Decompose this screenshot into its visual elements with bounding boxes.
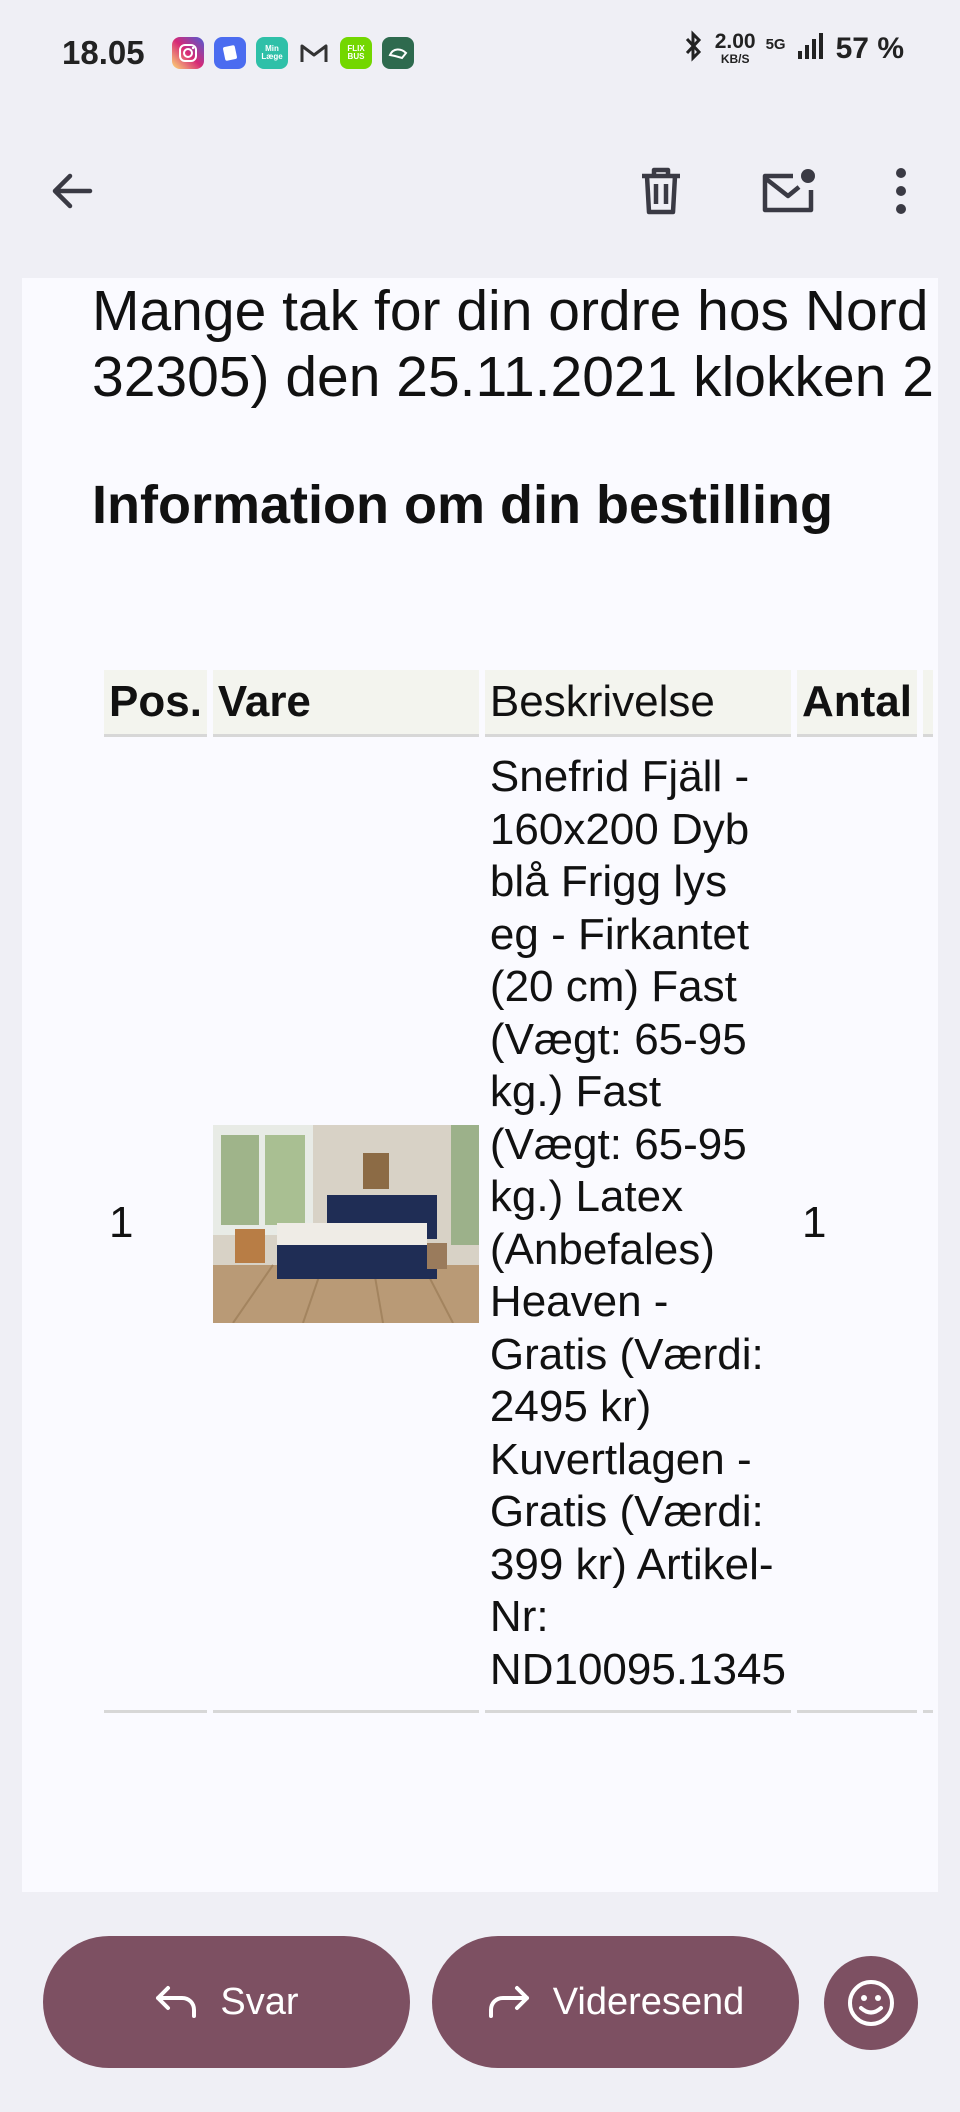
- trash-icon: [642, 167, 680, 215]
- flixbus-icon: FLIX BUS: [340, 37, 372, 69]
- notification-icons: Min Læge FLIX BUS: [172, 37, 414, 69]
- header-cut-off: [922, 670, 933, 737]
- section-heading: Information om din bestilling: [92, 475, 833, 535]
- forward-label: Videresend: [552, 1980, 745, 2023]
- min-laege-icon: Min Læge: [256, 37, 288, 69]
- more-vert-icon: [896, 168, 906, 214]
- reply-label: Svar: [220, 1980, 299, 2023]
- header-description: Beskrivelse: [484, 670, 791, 737]
- app-blue-icon: [214, 37, 246, 69]
- order-table: Pos. Vare Beskrivelse Antal 1 Snefrid Fj…: [98, 670, 938, 1713]
- email-body: Mange tak for din ordre hos Nord 32305) …: [22, 278, 938, 1892]
- row-pos: 1: [104, 737, 207, 1713]
- row-product-image-cell: [212, 737, 479, 1713]
- table-row: 1 Snefrid Fjäll - 160x200 Dyb blå Frigg …: [104, 737, 933, 1713]
- row-description: Snefrid Fjäll - 160x200 Dyb blå Frigg ly…: [484, 737, 791, 1713]
- intro-line-2: 32305) den 25.11.2021 klokken 2: [92, 345, 934, 409]
- system-status: 2.00 KB/S 5G 57 %: [683, 30, 904, 67]
- mail-unread-icon: [762, 169, 815, 213]
- battery-level: 57 %: [835, 31, 904, 65]
- product-image[interactable]: [212, 1124, 479, 1323]
- instagram-icon: [172, 37, 204, 69]
- back-button[interactable]: [36, 155, 108, 227]
- intro-line-1: Mange tak for din ordre hos Nord: [92, 279, 929, 343]
- more-options-button[interactable]: [865, 155, 937, 227]
- status-time: 18.05: [62, 34, 145, 71]
- forward-icon: [488, 1986, 529, 2018]
- network-type: 5G: [765, 36, 786, 53]
- mark-unread-button[interactable]: [753, 155, 825, 227]
- reply-button[interactable]: Svar: [43, 1936, 410, 2068]
- emoji-reaction-button[interactable]: [824, 1956, 918, 2050]
- network-speed-unit: KB/S: [720, 52, 750, 67]
- row-cut-off: [922, 737, 933, 1713]
- delete-button[interactable]: [625, 155, 697, 227]
- gmail-icon: [298, 37, 330, 69]
- order-intro-text: Mange tak for din ordre hos Nord 32305) …: [92, 278, 934, 410]
- smiley-icon: [848, 1980, 894, 2026]
- top-app-bar: [0, 108, 960, 278]
- status-bar: 18.05 Min Læge FLIX BUS 2.00 KB/S 5G 57 …: [0, 0, 960, 108]
- signal-icon: [796, 31, 826, 66]
- row-antal: 1: [796, 737, 917, 1713]
- back-arrow-icon: [52, 173, 93, 209]
- header-antal: Antal: [796, 670, 917, 737]
- bottom-action-bar: Svar Videresend: [0, 1892, 960, 2112]
- network-speed: 2.00 KB/S: [715, 31, 756, 66]
- forward-button[interactable]: Videresend: [432, 1936, 799, 2068]
- bluetooth-icon: [683, 30, 705, 67]
- network-speed-value: 2.00: [714, 30, 756, 54]
- header-pos: Pos.: [104, 670, 207, 737]
- app-green-icon: [382, 37, 414, 69]
- table-header-row: Pos. Vare Beskrivelse Antal: [104, 670, 933, 737]
- reply-icon: [156, 1986, 197, 2018]
- header-vare: Vare: [212, 670, 479, 737]
